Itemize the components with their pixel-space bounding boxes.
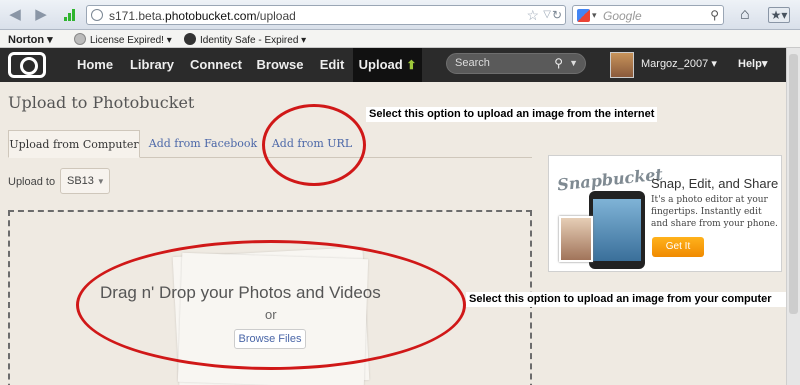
license-menu[interactable]: License Expired! ▾: [74, 33, 172, 46]
browser-search-placeholder: Google: [603, 9, 642, 23]
bookmark-star-icon[interactable]: ☆: [526, 7, 539, 24]
nav-library[interactable]: Library: [124, 48, 180, 82]
url-text: s171.beta.photobucket.com/upload: [109, 9, 296, 23]
chevron-down-icon[interactable]: ▼: [569, 58, 578, 68]
address-bar[interactable]: s171.beta.photobucket.com/upload ☆ ▽ ↻: [86, 5, 566, 25]
norton-toolbar: Norton ▾ License Expired! ▾ Identity Saf…: [0, 30, 800, 48]
tab-add-from-facebook[interactable]: Add from Facebook: [148, 130, 258, 158]
search-icon[interactable]: ⚲: [554, 56, 563, 70]
annotation-circle-drop: [76, 240, 466, 370]
warning-icon: [74, 33, 86, 45]
identity-safe-label: Identity Safe - Expired: [200, 35, 299, 46]
photobucket-logo-icon[interactable]: [8, 52, 46, 78]
get-it-button[interactable]: Get It: [652, 237, 704, 257]
help-menu[interactable]: Help▾: [738, 57, 767, 70]
nav-upload-label: Upload: [358, 57, 403, 72]
nav-connect[interactable]: Connect: [184, 48, 248, 82]
license-label: License Expired!: [90, 35, 164, 46]
annotation-url-note: Select this option to upload an image fr…: [366, 107, 658, 122]
ad-headline: Snap, Edit, and Share: [651, 176, 779, 191]
photo-image: [559, 216, 593, 262]
globe-icon: [91, 9, 103, 21]
snapbucket-logo: Snapbucket: [556, 164, 664, 195]
signal-icon: [64, 9, 78, 21]
google-icon: [577, 9, 590, 22]
page-title: Upload to Photobucket: [8, 93, 195, 112]
search-icon[interactable]: ⚲: [710, 8, 719, 22]
chevron-down-icon: ▼: [96, 177, 105, 186]
lock-icon: [184, 33, 196, 45]
home-icon[interactable]: ⌂: [740, 6, 750, 24]
identity-safe-menu[interactable]: Identity Safe - Expired ▾: [184, 33, 306, 46]
browser-search-box[interactable]: ▾ Google ⚲: [572, 5, 724, 25]
site-search-placeholder: Search: [455, 57, 490, 69]
ad-body: It's a photo editor at your fingertips. …: [651, 195, 778, 229]
username: Margoz_2007: [641, 58, 709, 70]
annotation-circle-url: [262, 104, 366, 186]
site-search-input[interactable]: Search ⚲ ▼: [446, 53, 586, 74]
album-select[interactable]: SB13 ▼: [60, 168, 110, 194]
forward-icon[interactable]: ▶: [32, 6, 50, 24]
reload-icon[interactable]: ↻: [552, 8, 562, 22]
help-label: Help: [738, 58, 762, 70]
upload-to-label: Upload to: [8, 176, 56, 188]
vertical-scrollbar[interactable]: [786, 48, 800, 385]
norton-label: Norton: [8, 34, 45, 46]
album-value: SB13: [67, 175, 94, 187]
nav-upload[interactable]: Upload ⬆: [353, 48, 422, 82]
tab-upload-from-computer[interactable]: Upload from Computer: [8, 130, 140, 158]
scrollbar-thumb[interactable]: [789, 54, 798, 314]
annotation-computer-note: Select this option to upload an image fr…: [466, 292, 786, 307]
chevron-down-icon[interactable]: ▽: [543, 9, 551, 20]
back-icon[interactable]: ◀: [6, 6, 24, 24]
phone-image: [589, 191, 645, 269]
chevron-down-icon[interactable]: ▾: [592, 10, 597, 21]
browser-toolbar: ◀ ▶ s171.beta.photobucket.com/upload ☆ ▽…: [0, 0, 800, 30]
avatar[interactable]: [610, 52, 634, 78]
norton-menu[interactable]: Norton ▾: [8, 33, 53, 46]
nav-home[interactable]: Home: [68, 48, 122, 82]
snapbucket-ad[interactable]: Snapbucket Snap, Edit, and Share It's a …: [548, 155, 782, 272]
nav-browse[interactable]: Browse: [252, 48, 308, 82]
upload-arrow-icon: ⬆: [406, 58, 417, 72]
bookmarks-menu-icon[interactable]: ★▾: [768, 7, 790, 23]
user-menu[interactable]: Margoz_2007 ▾: [641, 57, 717, 70]
nav-edit[interactable]: Edit: [312, 48, 352, 82]
